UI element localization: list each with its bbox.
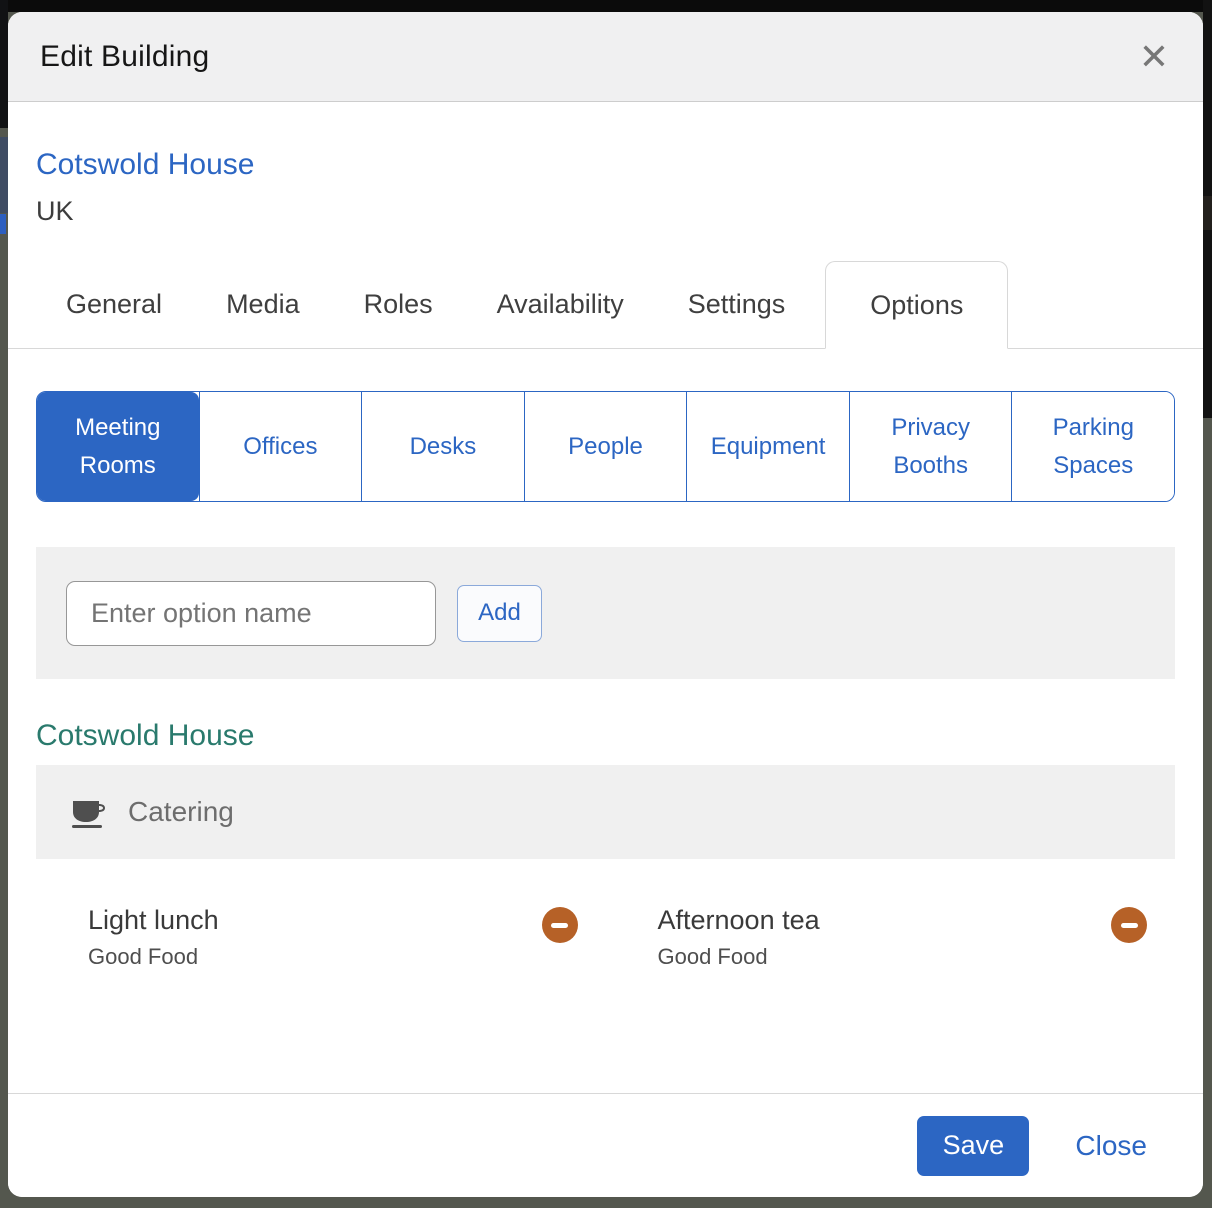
- save-button[interactable]: Save: [917, 1116, 1029, 1176]
- tab-availability[interactable]: Availability: [497, 261, 624, 348]
- option-tab-desks[interactable]: Desks: [361, 392, 524, 501]
- remove-option-icon[interactable]: [1111, 907, 1147, 943]
- dialog-header: Edit Building ✕: [8, 12, 1203, 102]
- tab-media[interactable]: Media: [226, 261, 300, 348]
- option-tab-meeting-rooms[interactable]: Meeting Rooms: [37, 392, 199, 501]
- option-tab-equipment[interactable]: Equipment: [686, 392, 849, 501]
- remove-option-icon[interactable]: [542, 907, 578, 943]
- main-tab-bar: General Media Roles Availability Setting…: [8, 261, 1203, 349]
- option-item-name: Light lunch: [88, 905, 219, 936]
- option-category-bar: Meeting Rooms Offices Desks People Equip…: [36, 391, 1175, 502]
- close-button[interactable]: Close: [1075, 1130, 1147, 1162]
- background-page-fragment: [1203, 196, 1212, 230]
- option-tab-offices[interactable]: Offices: [199, 392, 362, 501]
- tab-settings[interactable]: Settings: [688, 261, 786, 348]
- background-page-fragment: [0, 137, 8, 213]
- category-header-catering[interactable]: Catering: [36, 765, 1175, 859]
- option-items: Light lunch Good Food Afternoon tea Good…: [36, 905, 1175, 970]
- add-option-band: Add: [36, 547, 1175, 679]
- tab-general[interactable]: General: [66, 261, 162, 348]
- option-item-name: Afternoon tea: [658, 905, 820, 936]
- coffee-cup-icon: [70, 795, 108, 829]
- building-country: UK: [36, 196, 1175, 227]
- edit-building-dialog: Edit Building ✕ Cotswold House UK Genera…: [8, 12, 1203, 1197]
- add-option-button[interactable]: Add: [457, 585, 542, 642]
- option-tab-people[interactable]: People: [524, 392, 687, 501]
- option-item: Light lunch Good Food: [36, 905, 606, 970]
- close-icon[interactable]: ✕: [1139, 39, 1169, 75]
- building-name-link[interactable]: Cotswold House: [36, 148, 1175, 182]
- option-item-vendor: Good Food: [658, 944, 820, 970]
- option-name-input[interactable]: [66, 581, 436, 646]
- tab-roles[interactable]: Roles: [364, 261, 433, 348]
- category-label: Catering: [128, 796, 234, 828]
- dialog-body: Cotswold House UK General Media Roles Av…: [8, 102, 1203, 1197]
- dialog-footer: Save Close: [8, 1093, 1203, 1197]
- background-page-fragment: [0, 0, 8, 128]
- building-section-heading: Cotswold House: [36, 719, 1175, 753]
- option-tab-privacy-booths[interactable]: Privacy Booths: [849, 392, 1012, 501]
- option-tab-parking-spaces[interactable]: Parking Spaces: [1011, 392, 1174, 501]
- screen: Edit Building ✕ Cotswold House UK Genera…: [0, 0, 1212, 1208]
- background-page-fragment: [0, 214, 6, 234]
- tab-options[interactable]: Options: [825, 261, 1008, 349]
- option-item: Afternoon tea Good Food: [606, 905, 1176, 970]
- dialog-title: Edit Building: [40, 40, 209, 74]
- option-item-vendor: Good Food: [88, 944, 219, 970]
- background-page-strip: [0, 0, 1212, 12]
